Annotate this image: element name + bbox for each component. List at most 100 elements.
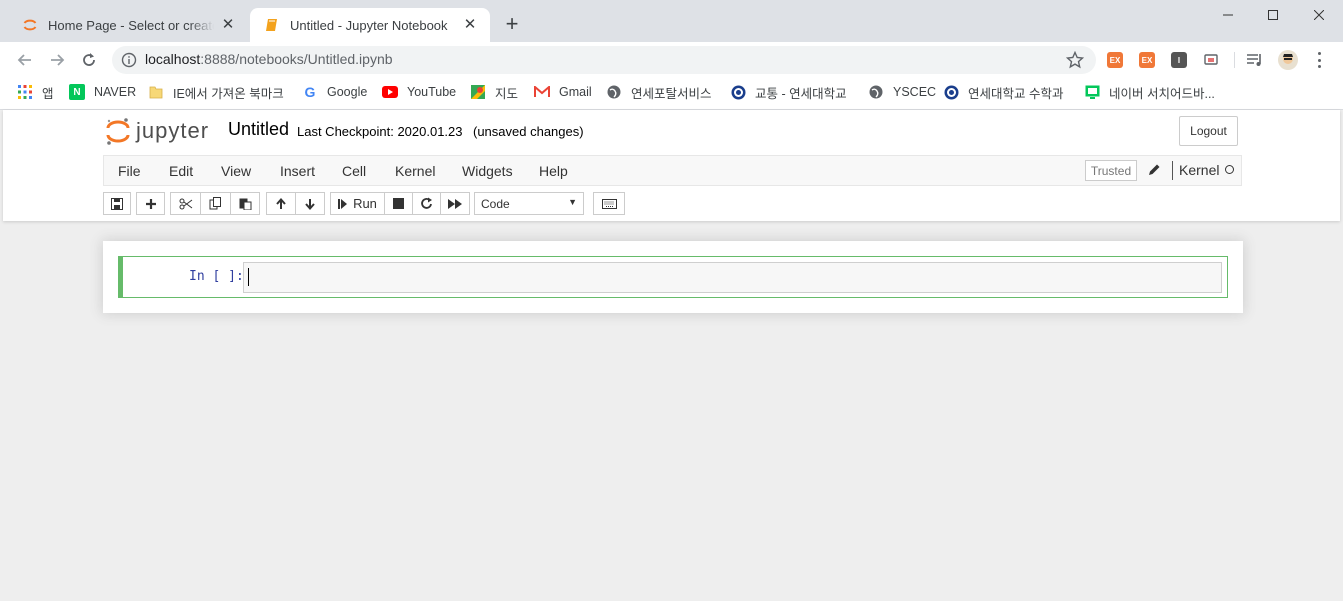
bookmark-star-icon[interactable] — [1066, 51, 1084, 69]
new-tab-button[interactable]: + — [500, 12, 524, 36]
bookmark-yonsei-portal[interactable]: 연세포탈서비스 — [606, 83, 712, 101]
close-icon — [1314, 10, 1324, 20]
move-up-button[interactable] — [266, 192, 296, 215]
copy-icon — [209, 197, 221, 210]
back-button[interactable] — [13, 48, 37, 72]
kernel-idle-indicator-icon — [1225, 165, 1234, 174]
paste-icon — [239, 198, 251, 210]
tab-title: Home Page - Select or create a notebook — [48, 17, 214, 33]
info-icon[interactable] — [121, 52, 137, 68]
bookmark-label: NAVER — [94, 85, 137, 99]
minimize-button[interactable] — [1205, 0, 1251, 30]
menu-bar — [103, 155, 1242, 186]
tab-home-page[interactable]: Home Page - Select or create a notebook … — [8, 8, 248, 42]
bookmark-label: 네이버 서치어드바... — [1109, 86, 1215, 101]
save-button[interactable] — [103, 192, 131, 215]
trusted-indicator[interactable]: Trusted — [1085, 160, 1137, 181]
jupyter-logo[interactable]: jupyter — [106, 116, 209, 146]
cell-edit-mode-bar — [118, 256, 123, 298]
bookmark-yscec[interactable]: YSCEC — [868, 83, 936, 101]
fast-forward-icon — [448, 198, 462, 209]
apps-icon — [17, 84, 33, 100]
cell-code-editor[interactable] — [243, 262, 1222, 293]
bookmark-label: 앱 — [42, 86, 54, 101]
extension-i-icon[interactable]: I — [1171, 52, 1187, 68]
menu-cell[interactable]: Cell — [342, 163, 366, 179]
notebook-favicon-icon — [266, 19, 277, 31]
close-window-button[interactable] — [1296, 0, 1342, 30]
restart-run-all-button[interactable] — [440, 192, 470, 215]
save-icon — [111, 197, 123, 210]
paste-button[interactable] — [230, 192, 260, 215]
tab-title: Untitled - Jupyter Notebook — [290, 17, 448, 33]
bookmark-ie-folder[interactable]: IE에서 가져온 북마크 — [148, 83, 284, 101]
cut-button[interactable] — [170, 192, 201, 215]
bookmark-label: YouTube — [407, 85, 457, 99]
bookmark-label: 연세포탈서비스 — [631, 86, 712, 101]
last-checkpoint: Last Checkpoint: 2020.01.23 — [297, 124, 463, 139]
text-cursor — [248, 268, 249, 286]
kernel-name: Kernel — [1179, 162, 1220, 178]
url-path: :8888/notebooks/Untitled.ipynb — [200, 51, 393, 67]
menu-file[interactable]: File — [118, 163, 141, 179]
arrow-down-icon — [305, 198, 315, 210]
maps-icon — [470, 84, 486, 100]
chrome-menu-button[interactable] — [1313, 52, 1325, 68]
extension-ex-icon[interactable]: EX — [1139, 52, 1155, 68]
menu-kernel[interactable]: Kernel — [395, 163, 435, 179]
maximize-icon — [1268, 10, 1278, 20]
command-palette-button[interactable] — [593, 192, 625, 215]
bookmark-label: 지도 — [495, 86, 519, 101]
bookmark-gmail[interactable]: Gmail — [534, 83, 592, 101]
bookmark-apps[interactable]: 앱 — [17, 83, 54, 101]
naver-icon: N — [69, 84, 85, 100]
cast-icon[interactable] — [1203, 52, 1219, 68]
extension-ex-icon[interactable]: EX — [1107, 52, 1123, 68]
forward-button[interactable] — [45, 48, 69, 72]
scissors-icon — [179, 198, 192, 209]
minimize-icon — [1223, 14, 1233, 16]
stop-icon — [393, 198, 404, 209]
insert-cell-button[interactable] — [136, 192, 165, 215]
edit-mode-pencil-icon — [1149, 164, 1160, 175]
globe-icon — [606, 84, 622, 100]
profile-avatar[interactable] — [1278, 50, 1298, 70]
reload-icon — [83, 53, 95, 66]
bookmark-yonsei-math[interactable]: 연세대학교 수학과 — [943, 83, 1063, 101]
move-down-button[interactable] — [295, 192, 325, 215]
maximize-button[interactable] — [1250, 0, 1296, 30]
close-tab-icon[interactable]: ✕ — [462, 17, 478, 33]
bookmark-yonsei-traffic[interactable]: 교통 - 연세대학교 — [730, 83, 847, 101]
media-queue-icon[interactable] — [1246, 52, 1264, 68]
jupyter-logo-text: jupyter — [136, 118, 210, 143]
cell-type-select[interactable]: Code ▼ — [474, 192, 584, 215]
reload-button[interactable] — [77, 48, 101, 72]
menu-widgets[interactable]: Widgets — [462, 163, 513, 179]
folder-icon — [148, 84, 164, 100]
bookmark-naver-search-advisor[interactable]: 네이버 서치어드바... — [1084, 83, 1215, 101]
cell-input-prompt: In [ ]: — [189, 269, 244, 284]
url-text[interactable]: localhost:8888/notebooks/Untitled.ipynb — [145, 51, 393, 67]
menu-edit[interactable]: Edit — [169, 163, 193, 179]
bookmark-label: Google — [327, 85, 368, 99]
notebook-name[interactable]: Untitled — [228, 119, 289, 140]
bookmark-naver[interactable]: N NAVER — [69, 83, 136, 101]
menu-insert[interactable]: Insert — [280, 163, 315, 179]
logout-button[interactable]: Logout — [1179, 116, 1238, 146]
close-tab-icon[interactable]: ✕ — [220, 17, 236, 33]
bookmark-youtube[interactable]: YouTube — [382, 83, 456, 101]
menu-help[interactable]: Help — [539, 163, 568, 179]
jupyter-favicon-icon — [23, 19, 37, 31]
run-button[interactable]: Run — [330, 192, 385, 215]
restart-kernel-button[interactable] — [412, 192, 441, 215]
copy-button[interactable] — [200, 192, 231, 215]
plus-icon — [145, 198, 156, 209]
bookmark-maps[interactable]: 지도 — [470, 83, 518, 101]
interrupt-kernel-button[interactable] — [384, 192, 413, 215]
menu-view[interactable]: View — [221, 163, 251, 179]
back-arrow-icon — [17, 54, 31, 66]
tab-untitled-notebook[interactable]: Untitled - Jupyter Notebook ✕ — [250, 8, 490, 42]
url-host: localhost — [145, 51, 201, 67]
bookmark-google[interactable]: G Google — [302, 83, 368, 101]
jupyter-logo-icon — [106, 118, 130, 145]
